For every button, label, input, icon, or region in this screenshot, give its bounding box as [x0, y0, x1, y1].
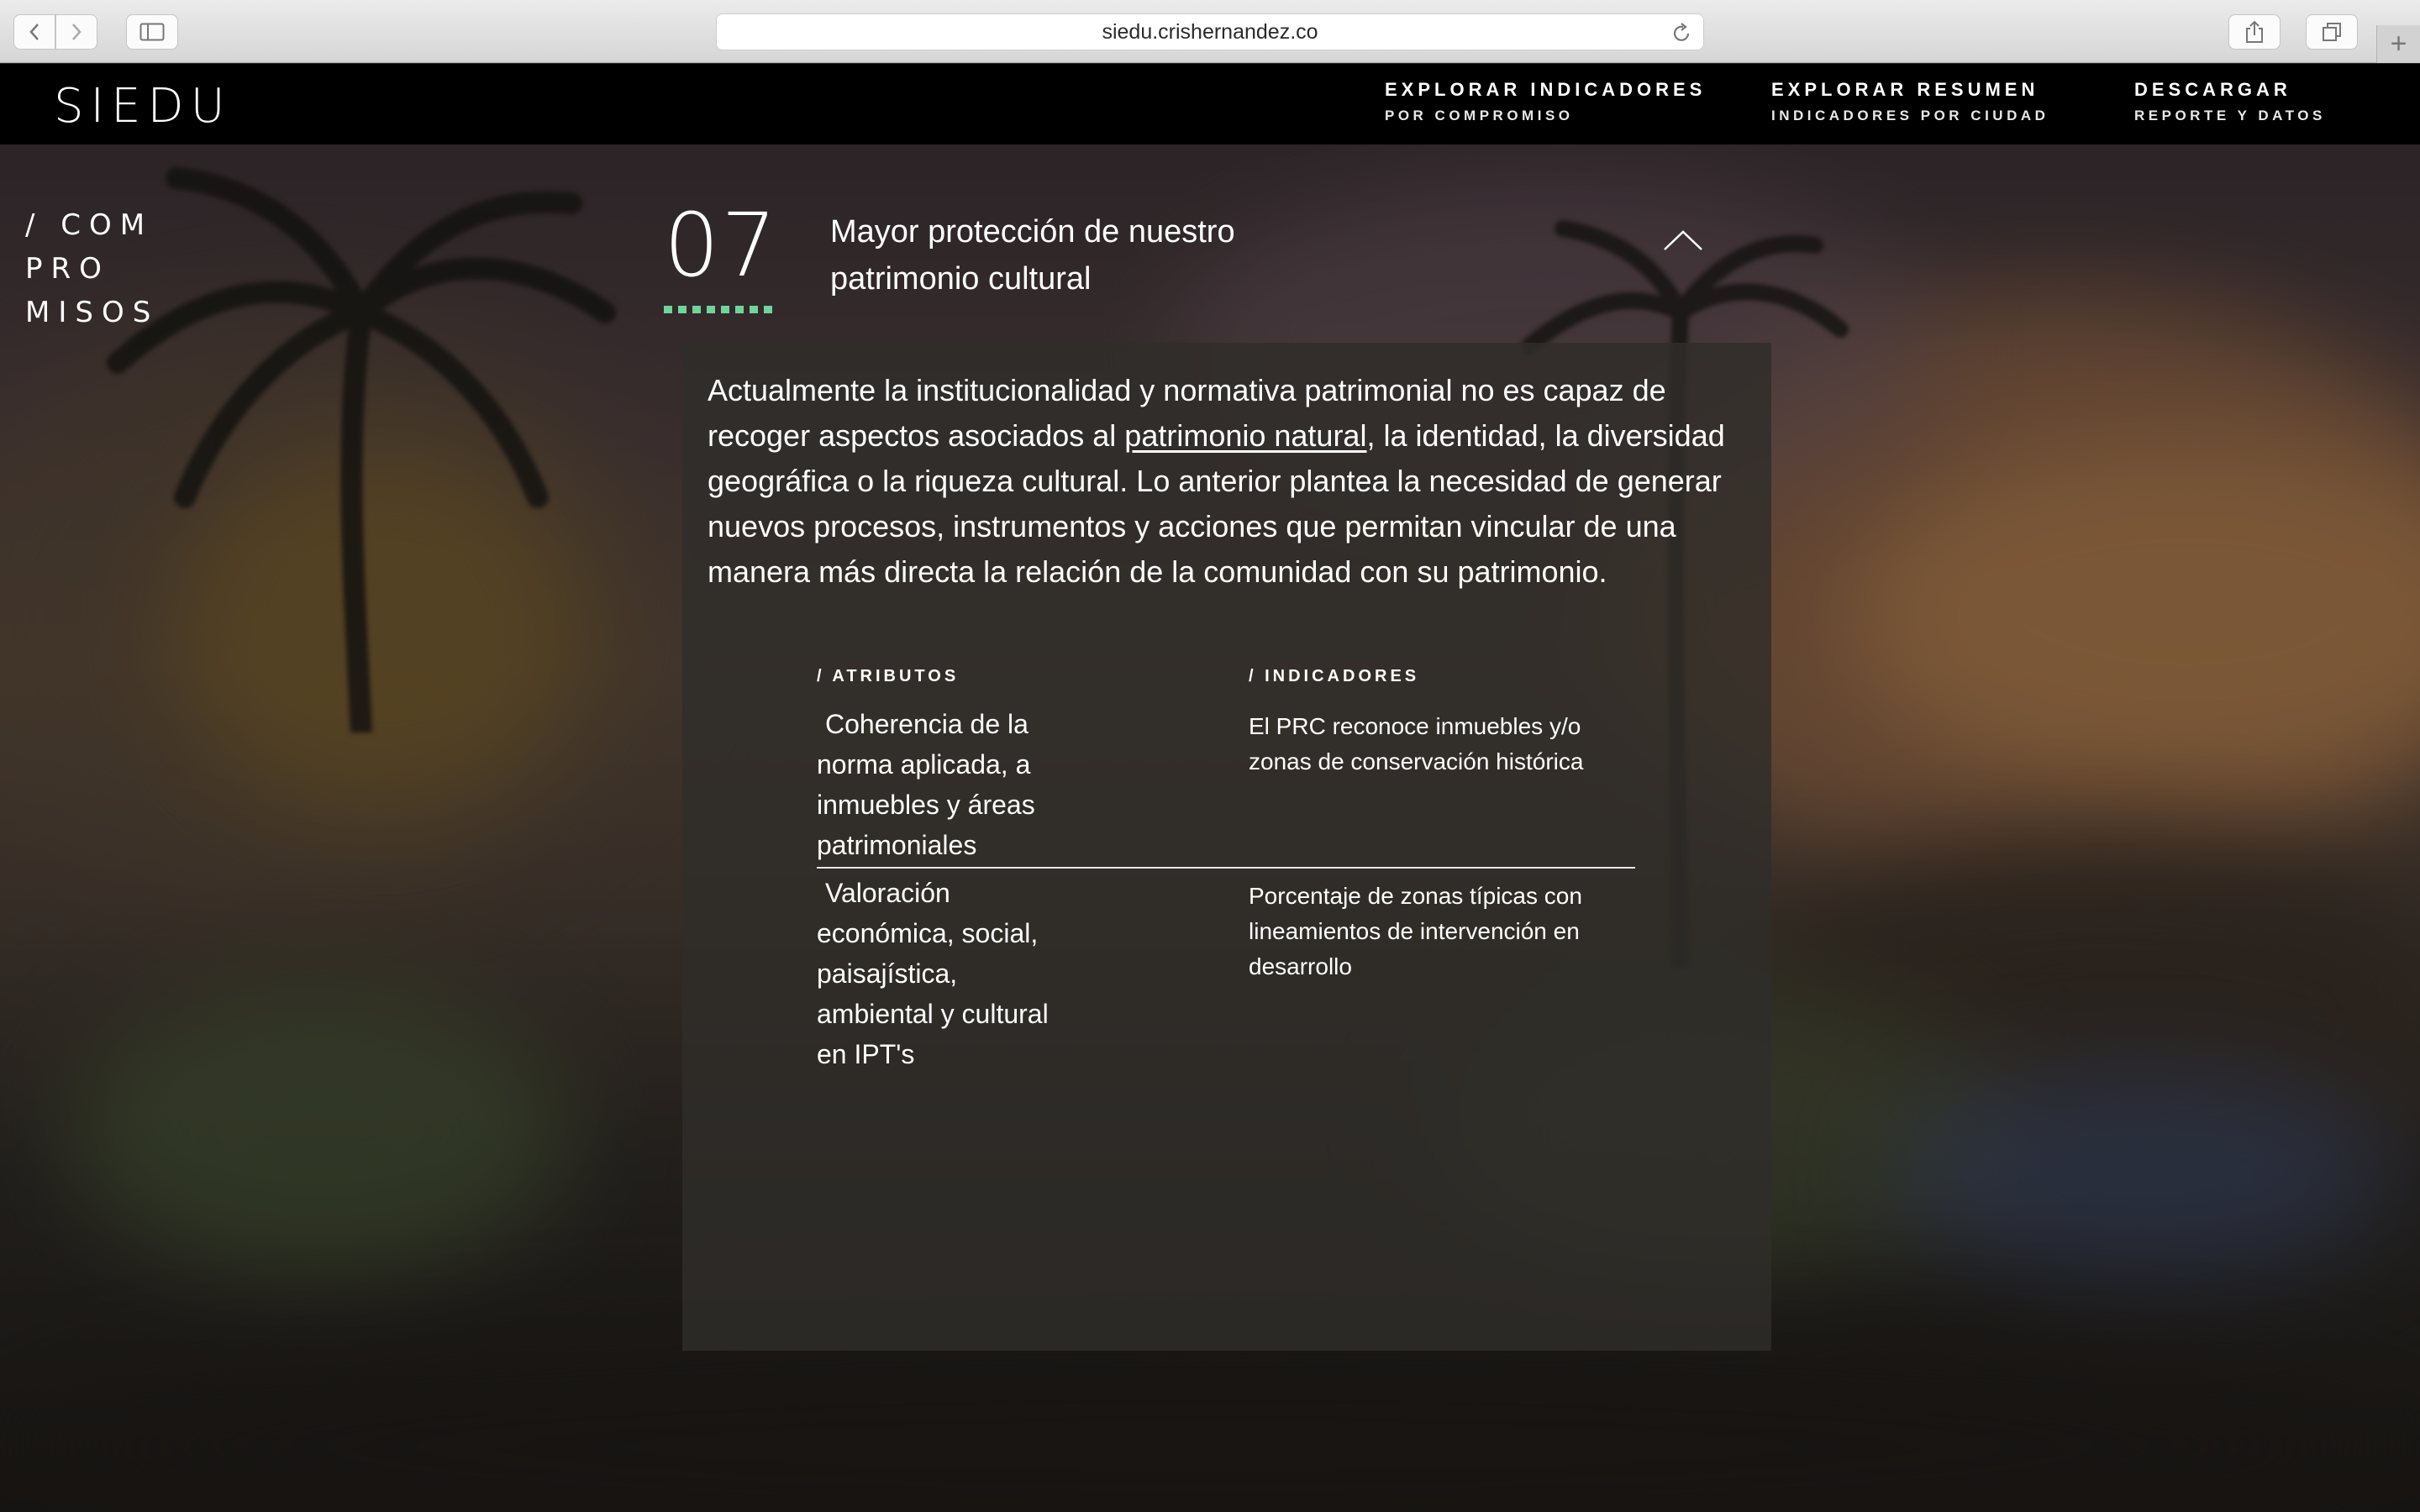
nav-explorar-resumen[interactable]: EXPLORAR RESUMEN INDICADORES POR CIUDAD — [1771, 79, 2049, 124]
commitment-description: Actualmente la institucionalidad y norma… — [708, 368, 1749, 595]
commitment-number-underline — [664, 306, 776, 313]
tabs-icon — [2323, 23, 2341, 41]
commitment-title: Mayor protección de nuestro patrimonio c… — [830, 208, 1301, 302]
attribute-item: Coherencia de la norma aplicada, a inmue… — [817, 709, 1035, 860]
nav-main-label: EXPLORAR RESUMEN — [1771, 79, 2039, 100]
sidebar-icon — [139, 23, 165, 41]
chevron-up-icon[interactable] — [1662, 228, 1704, 252]
plus-icon: + — [2390, 28, 2407, 60]
section-label-line: / COM — [25, 208, 154, 242]
chevron-right-icon — [72, 24, 82, 40]
section-label-line: PRO — [25, 252, 110, 286]
section-label-compromisos: / COM PRO MISOS — [25, 203, 159, 334]
nav-sub-label: POR COMPROMISO — [1385, 108, 1574, 123]
forward-button[interactable] — [55, 14, 97, 50]
back-button[interactable] — [13, 14, 55, 50]
site-logo[interactable]: SIEDU — [54, 79, 232, 134]
indicators-heading: / INDICADORES — [1249, 667, 1420, 685]
patrimonio-natural-link[interactable]: patrimonio natural — [1124, 418, 1366, 453]
nav-main-label: DESCARGAR — [2134, 79, 2291, 100]
new-tab-button[interactable]: + — [2376, 25, 2420, 63]
share-icon — [2246, 20, 2263, 43]
indicator-item[interactable]: Porcentaje de zonas típicas con lineamie… — [1249, 879, 1618, 984]
commitment-number: 07 — [664, 194, 779, 297]
attribute-item: Valoración económica, social, paisajísti… — [817, 878, 1049, 1069]
tabs-overview-button[interactable] — [2306, 14, 2358, 50]
commitment-title-line: Mayor protección de nuestro — [830, 214, 1235, 249]
share-button[interactable] — [2228, 14, 2281, 50]
reload-icon[interactable] — [1671, 22, 1691, 44]
site-header: SIEDU EXPLORAR INDICADORES POR COMPROMIS… — [0, 64, 2420, 144]
nav-descargar[interactable]: DESCARGAR REPORTE Y DATOS — [2134, 79, 2326, 124]
attributes-heading: / ATRIBUTOS — [817, 667, 960, 685]
nav-sub-label: REPORTE Y DATOS — [2134, 108, 2326, 123]
indicator-item[interactable]: El PRC reconoce inmuebles y/o zonas de c… — [1249, 709, 1618, 780]
browser-toolbar: siedu.crishernandez.co + — [0, 0, 2420, 63]
commitment-title-line: patrimonio cultural — [830, 261, 1092, 297]
address-bar[interactable]: siedu.crishernandez.co — [716, 13, 1704, 50]
chevron-left-icon — [29, 24, 39, 40]
sidebar-toggle-button[interactable] — [126, 14, 178, 50]
nav-explorar-indicadores[interactable]: EXPLORAR INDICADORES POR COMPROMISO — [1385, 79, 1706, 124]
url-text: siedu.crishernandez.co — [1102, 19, 1318, 44]
nav-sub-label: INDICADORES POR CIUDAD — [1771, 108, 2049, 123]
row-divider — [817, 867, 1635, 869]
nav-main-label: EXPLORAR INDICADORES — [1385, 79, 1707, 100]
section-label-line: MISOS — [25, 296, 160, 329]
